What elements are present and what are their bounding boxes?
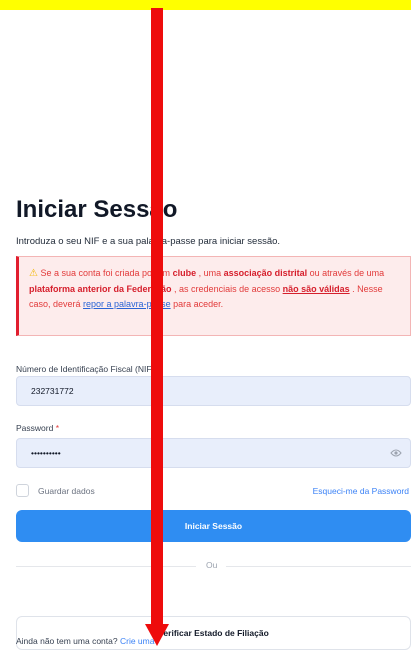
alert-associacao: associação distrital [223,268,308,278]
annotation-arrow-shaft [151,8,163,630]
nif-value: 232731772 [31,386,74,396]
or-label: Ou [206,560,218,570]
alert-text: , uma [196,268,224,278]
warning-icon: ⚠ [29,268,38,279]
divider-left [16,566,196,567]
divider-right [226,566,411,567]
nif-label: Número de Identificação Fiscal (NIF) * [16,364,160,374]
nif-label-text: Número de Identificação Fiscal (NIF) [16,364,155,374]
eye-icon[interactable] [390,448,402,458]
alert-text: para aceder. [170,299,224,309]
alert-nao-validas: não são válidas [282,283,350,294]
alert-clube: clube [172,268,197,278]
remember-label: Guardar dados [38,486,95,496]
nif-input[interactable]: 232731772 [16,376,411,406]
alert-text: , as credenciais de acesso [171,283,283,294]
password-label-text: Password [16,423,54,433]
top-highlight-bar [0,0,411,10]
alert-text: ou através de uma [307,268,385,278]
page-subtitle: Introduza o seu NIF e a sua palavra-pass… [16,236,281,247]
password-input[interactable]: •••••••••• [16,438,411,468]
required-mark: * [55,423,60,433]
login-button-label: Iniciar Sessão [184,521,243,531]
remember-checkbox[interactable] [16,484,29,497]
signup-text: Ainda não tem uma conta? [16,636,118,646]
warning-alert: ⚠ Se a sua conta foi criada por um clube… [16,256,411,336]
login-button[interactable]: Iniciar Sessão [16,510,411,542]
signup-prompt: Ainda não tem uma conta? Crie uma [16,636,154,646]
password-value: •••••••••• [31,448,61,458]
password-label: Password * [16,423,59,433]
annotation-arrow-head [145,624,169,646]
forgot-password-link[interactable]: Esqueci-me da Password [313,486,409,496]
verify-affiliation-label: Verificar Estado de Filiação [158,628,269,638]
